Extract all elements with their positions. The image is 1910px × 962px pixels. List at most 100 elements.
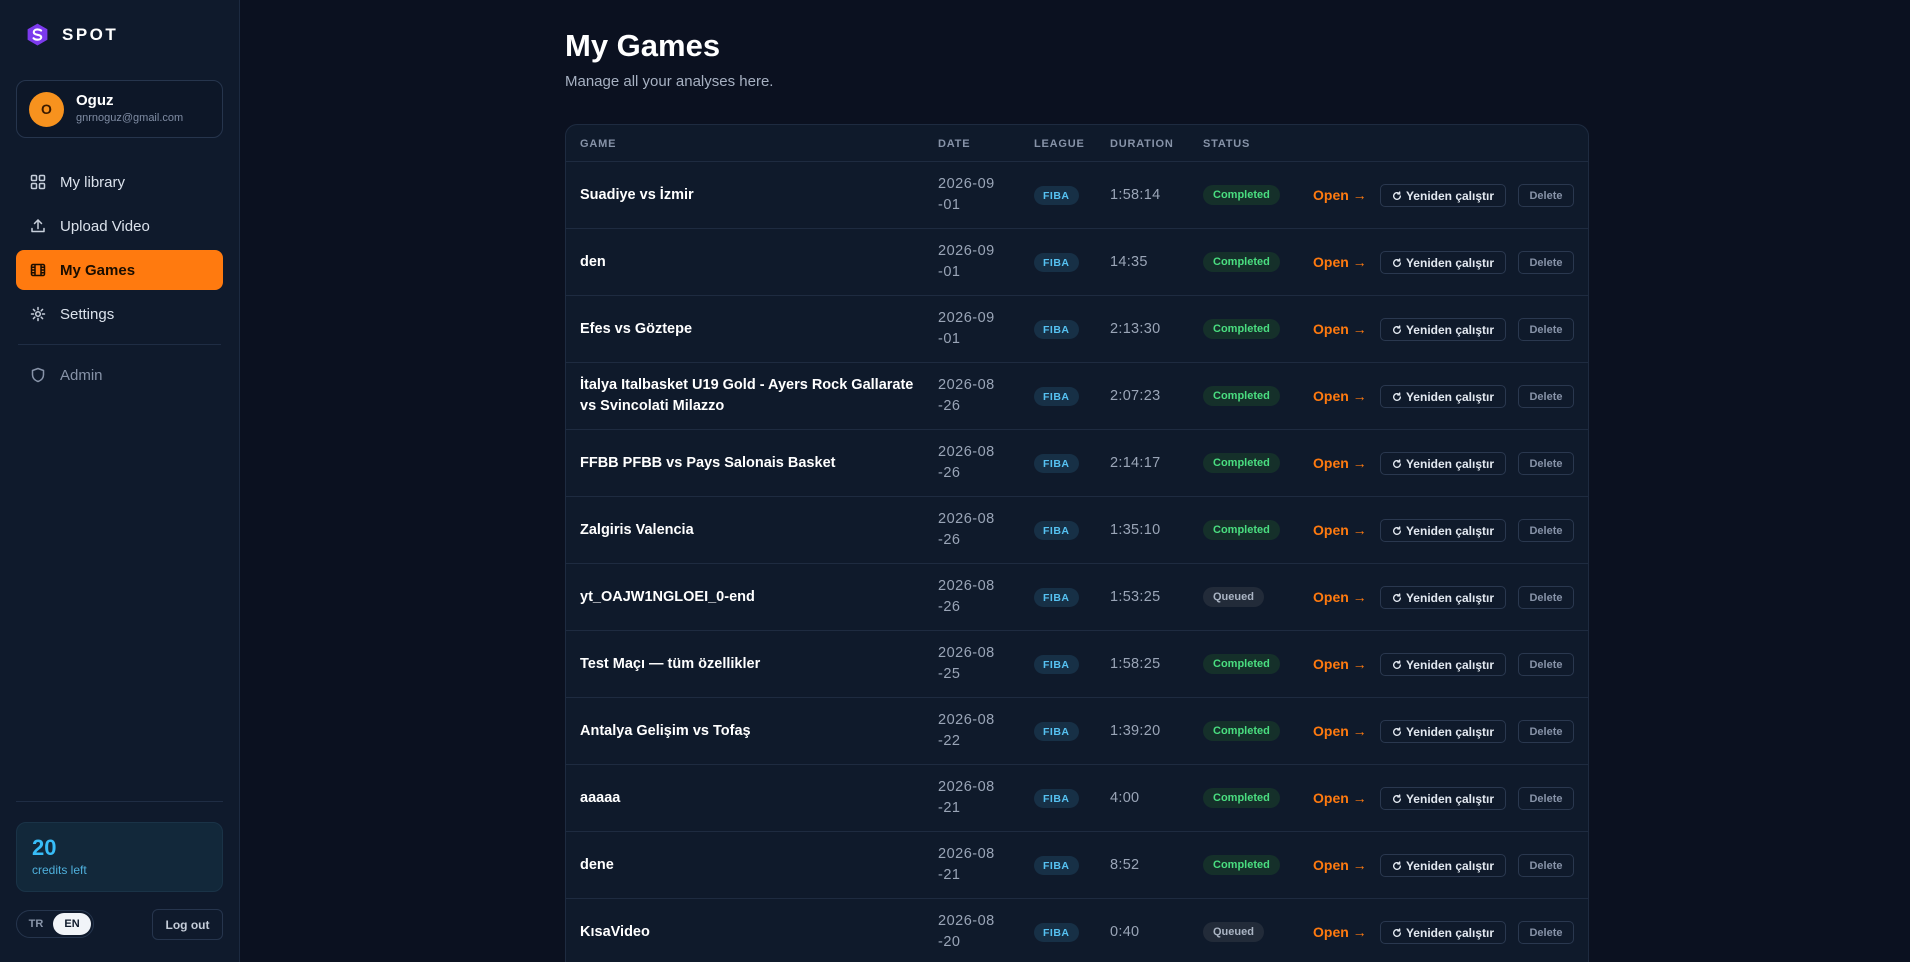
game-duration: 1:39:20 xyxy=(1110,723,1161,739)
spot-logo-icon xyxy=(27,23,48,46)
credits-label: credits left xyxy=(32,863,87,877)
game-date: 2026-08-26 xyxy=(938,444,995,481)
game-duration: 1:35:10 xyxy=(1110,522,1161,538)
game-duration: 2:13:30 xyxy=(1110,321,1161,337)
sidebar-nav: My library Upload Video My Games Setting… xyxy=(16,162,223,399)
delete-button[interactable]: Delete xyxy=(1518,318,1574,341)
refresh-icon xyxy=(1393,525,1401,535)
table-row: Test Maçı — tüm özellikler 2026-08-25 FIBA… xyxy=(566,631,1588,698)
language-toggle: TR EN xyxy=(16,910,94,938)
open-link[interactable]: Open → xyxy=(1313,162,1367,228)
grid-icon xyxy=(30,174,46,190)
game-duration: 1:58:25 xyxy=(1110,656,1161,672)
delete-button[interactable]: Delete xyxy=(1518,452,1574,475)
delete-button[interactable]: Delete xyxy=(1518,854,1574,877)
delete-button[interactable]: Delete xyxy=(1518,787,1574,810)
open-link[interactable]: Open → xyxy=(1313,765,1367,831)
open-link[interactable]: Open → xyxy=(1313,363,1367,429)
user-info: Oguz gnrnoguz@gmail.com xyxy=(76,92,183,126)
sidebar-item-settings[interactable]: Settings xyxy=(16,294,223,334)
game-date: 2026-08-25 xyxy=(938,645,995,682)
brand-name: SPOT xyxy=(62,24,119,44)
game-name: aaaaa xyxy=(580,789,621,806)
game-date: 2026-08-26 xyxy=(938,511,995,548)
rerun-button[interactable]: Yeniden çalıştır xyxy=(1380,921,1506,944)
open-link[interactable]: Open → xyxy=(1313,564,1367,630)
language-option-en[interactable]: EN xyxy=(53,913,91,935)
delete-button[interactable]: Delete xyxy=(1518,720,1574,743)
user-email: gnrnoguz@gmail.com xyxy=(76,112,184,124)
language-option-tr[interactable]: TR xyxy=(19,913,53,935)
league-badge: FIBA xyxy=(1034,655,1079,674)
rerun-button[interactable]: Yeniden çalıştır xyxy=(1380,251,1506,274)
league-badge: FIBA xyxy=(1034,588,1079,607)
rerun-label: Yeniden çalıştır xyxy=(1405,389,1495,404)
logout-button[interactable]: Log out xyxy=(152,909,223,940)
rerun-button[interactable]: Yeniden çalıştır xyxy=(1380,854,1506,877)
avatar: O xyxy=(29,91,64,127)
open-link[interactable]: Open → xyxy=(1313,430,1367,496)
column-header-league: LEAGUE xyxy=(1034,138,1085,150)
rerun-button[interactable]: Yeniden çalıştır xyxy=(1380,184,1506,207)
sidebar-item-admin[interactable]: Admin xyxy=(16,355,223,395)
league-badge: FIBA xyxy=(1034,253,1079,272)
sidebar-item-upload-video[interactable]: Upload Video xyxy=(16,206,223,246)
game-date: 2026-09-01 xyxy=(938,310,995,347)
league-badge: FIBA xyxy=(1034,923,1079,942)
status-badge: Completed xyxy=(1203,788,1280,808)
rerun-button[interactable]: Yeniden çalıştır xyxy=(1380,787,1506,810)
rerun-button[interactable]: Yeniden çalıştır xyxy=(1380,519,1506,542)
delete-button[interactable]: Delete xyxy=(1518,184,1574,207)
open-link[interactable]: Open → xyxy=(1313,296,1367,362)
status-badge: Completed xyxy=(1203,721,1280,741)
game-duration: 4:00 xyxy=(1110,790,1140,806)
open-link[interactable]: Open → xyxy=(1313,229,1367,295)
open-link[interactable]: Open → xyxy=(1313,631,1367,697)
game-date: 2026-09-01 xyxy=(938,243,995,280)
game-date: 2026-08-26 xyxy=(938,578,995,615)
delete-button[interactable]: Delete xyxy=(1518,251,1574,274)
rerun-button[interactable]: Yeniden çalıştır xyxy=(1380,653,1506,676)
delete-button[interactable]: Delete xyxy=(1518,385,1574,408)
rerun-label: Yeniden çalıştır xyxy=(1405,456,1495,471)
open-link[interactable]: Open → xyxy=(1313,899,1367,962)
credits-card: 20 credits left xyxy=(16,822,223,892)
delete-button[interactable]: Delete xyxy=(1518,586,1574,609)
user-card[interactable]: O Oguz gnrnoguz@gmail.com xyxy=(16,80,223,138)
sidebar-item-label: My library xyxy=(60,173,126,191)
sidebar-item-my-library[interactable]: My library xyxy=(16,162,223,202)
upload-icon xyxy=(30,218,46,234)
rerun-label: Yeniden çalıştır xyxy=(1405,590,1495,605)
rerun-button[interactable]: Yeniden çalıştır xyxy=(1380,586,1506,609)
rerun-button[interactable]: Yeniden çalıştır xyxy=(1380,318,1506,341)
refresh-icon xyxy=(1393,793,1401,803)
open-link[interactable]: Open → xyxy=(1313,832,1367,898)
delete-button[interactable]: Delete xyxy=(1518,921,1574,944)
table-header: GAME DATE LEAGUE DURATION STATUS xyxy=(566,125,1588,162)
sidebar-item-my-games[interactable]: My Games xyxy=(16,250,223,290)
game-name: Test Maçı — tüm özellikler xyxy=(580,655,761,672)
delete-button[interactable]: Delete xyxy=(1518,653,1574,676)
open-link[interactable]: Open → xyxy=(1313,497,1367,563)
rerun-button[interactable]: Yeniden çalıştır xyxy=(1380,452,1506,475)
game-duration: 8:52 xyxy=(1110,857,1140,873)
table-row: İtalya Italbasket U19 Gold - Ayers Rock … xyxy=(566,363,1588,430)
refresh-icon xyxy=(1393,592,1401,602)
shield-icon xyxy=(30,367,46,383)
refresh-icon xyxy=(1393,257,1401,267)
league-badge: FIBA xyxy=(1034,789,1079,808)
rerun-button[interactable]: Yeniden çalıştır xyxy=(1380,385,1506,408)
game-name: Zalgiris Valencia xyxy=(580,521,694,538)
delete-button[interactable]: Delete xyxy=(1518,519,1574,542)
league-badge: FIBA xyxy=(1034,186,1079,205)
brand[interactable]: SPOT xyxy=(25,22,118,47)
credits-count: 20 xyxy=(32,835,57,860)
game-date: 2026-08-21 xyxy=(938,779,995,816)
rerun-button[interactable]: Yeniden çalıştır xyxy=(1380,720,1506,743)
open-link[interactable]: Open → xyxy=(1313,698,1367,764)
rerun-label: Yeniden çalıştır xyxy=(1405,657,1495,672)
status-badge: Completed xyxy=(1203,252,1280,272)
column-header-duration: DURATION xyxy=(1110,138,1174,150)
game-duration: 1:58:14 xyxy=(1110,187,1161,203)
game-name: Efes vs Göztepe xyxy=(580,320,693,337)
